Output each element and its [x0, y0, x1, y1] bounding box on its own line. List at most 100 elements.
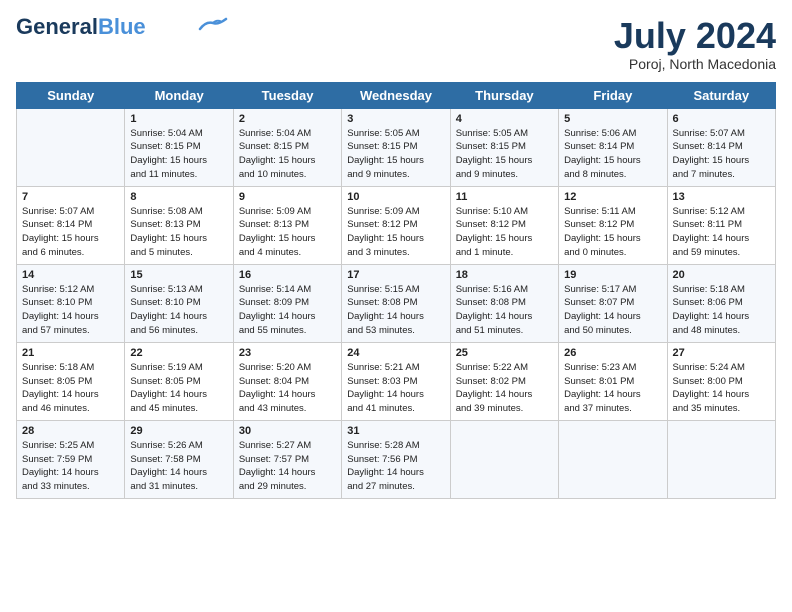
day-info: Sunrise: 5:16 AMSunset: 8:08 PMDaylight:… — [456, 283, 553, 338]
day-info-line: Daylight: 15 hours — [456, 155, 533, 166]
day-info-line: Sunset: 7:56 PM — [347, 454, 417, 465]
day-info-line: Sunrise: 5:23 AM — [564, 362, 636, 373]
calendar-cell — [667, 420, 775, 498]
day-info-line: Sunset: 8:12 PM — [456, 219, 526, 230]
day-info-line: Sunset: 7:59 PM — [22, 454, 92, 465]
day-info-line: Sunrise: 5:10 AM — [456, 206, 528, 217]
day-info-line: Daylight: 14 hours — [22, 467, 99, 478]
day-info-line: Sunrise: 5:19 AM — [130, 362, 202, 373]
day-info-line: Sunrise: 5:15 AM — [347, 284, 419, 295]
day-number: 25 — [456, 347, 553, 359]
day-info: Sunrise: 5:15 AMSunset: 8:08 PMDaylight:… — [347, 283, 444, 338]
calendar-cell — [450, 420, 558, 498]
calendar-week-row: 28Sunrise: 5:25 AMSunset: 7:59 PMDayligh… — [17, 420, 776, 498]
day-info-line: Sunrise: 5:07 AM — [22, 206, 94, 217]
day-info: Sunrise: 5:06 AMSunset: 8:14 PMDaylight:… — [564, 127, 661, 182]
day-info-line: and 35 minutes. — [673, 403, 741, 414]
day-info-line: and 41 minutes. — [347, 403, 415, 414]
day-info-line: and 45 minutes. — [130, 403, 198, 414]
calendar-cell: 27Sunrise: 5:24 AMSunset: 8:00 PMDayligh… — [667, 342, 775, 420]
day-number: 13 — [673, 191, 770, 203]
day-info-line: and 4 minutes. — [239, 247, 301, 258]
day-number: 30 — [239, 425, 336, 437]
day-info-line: Sunset: 8:01 PM — [564, 376, 634, 387]
day-info-line: Sunset: 8:15 PM — [130, 141, 200, 152]
calendar-cell: 5Sunrise: 5:06 AMSunset: 8:14 PMDaylight… — [559, 108, 667, 186]
day-info: Sunrise: 5:22 AMSunset: 8:02 PMDaylight:… — [456, 361, 553, 416]
day-number: 10 — [347, 191, 444, 203]
day-info-line: Sunset: 8:04 PM — [239, 376, 309, 387]
day-info-line: Sunrise: 5:22 AM — [456, 362, 528, 373]
day-info: Sunrise: 5:07 AMSunset: 8:14 PMDaylight:… — [673, 127, 770, 182]
day-info: Sunrise: 5:26 AM Sunset: 7:58 PM Daylight:… — [130, 439, 227, 494]
day-info-line: and 59 minutes. — [673, 247, 741, 258]
day-info: Sunrise: 5:05 AMSunset: 8:15 PMDaylight:… — [347, 127, 444, 182]
day-number: 20 — [673, 269, 770, 281]
day-info-line: and 50 minutes. — [564, 325, 632, 336]
calendar-cell: 23Sunrise: 5:20 AMSunset: 8:04 PMDayligh… — [233, 342, 341, 420]
day-info-line: Sunrise: 5:28 AM — [347, 440, 419, 451]
calendar-cell: 9Sunrise: 5:09 AMSunset: 8:13 PMDaylight… — [233, 186, 341, 264]
calendar-cell: 11Sunrise: 5:10 AMSunset: 8:12 PMDayligh… — [450, 186, 558, 264]
day-info-line: Daylight: 14 hours — [673, 311, 750, 322]
day-info-line: Daylight: 14 hours — [130, 467, 207, 478]
calendar-cell: 19Sunrise: 5:17 AMSunset: 8:07 PMDayligh… — [559, 264, 667, 342]
location-subtitle: Poroj, North Macedonia — [614, 56, 776, 72]
day-number: 28 — [22, 425, 119, 437]
day-info-line: Sunrise: 5:20 AM — [239, 362, 311, 373]
day-info: Sunrise: 5:24 AMSunset: 8:00 PMDaylight:… — [673, 361, 770, 416]
day-info-line: Sunrise: 5:26 AM — [130, 440, 202, 451]
day-info-line: Sunset: 8:13 PM — [239, 219, 309, 230]
day-number: 4 — [456, 113, 553, 125]
day-number: 2 — [239, 113, 336, 125]
day-info-line: Daylight: 15 hours — [239, 233, 316, 244]
day-info-line: Sunrise: 5:24 AM — [673, 362, 745, 373]
day-info-line: Sunrise: 5:07 AM — [673, 128, 745, 139]
day-info-line: and 33 minutes. — [22, 481, 90, 492]
logo-text: GeneralBlue — [16, 16, 146, 38]
day-info-line: Sunrise: 5:09 AM — [239, 206, 311, 217]
day-info-line: Sunrise: 5:06 AM — [564, 128, 636, 139]
day-info-line: Sunset: 8:03 PM — [347, 376, 417, 387]
day-info-line: Sunset: 8:08 PM — [456, 297, 526, 308]
day-info: Sunrise: 5:12 AMSunset: 8:11 PMDaylight:… — [673, 205, 770, 260]
day-info-line: Daylight: 14 hours — [347, 311, 424, 322]
day-info-line: Daylight: 14 hours — [239, 311, 316, 322]
day-number: 31 — [347, 425, 444, 437]
day-info: Sunrise: 5:21 AMSunset: 8:03 PMDaylight:… — [347, 361, 444, 416]
calendar-cell: 21Sunrise: 5:18 AMSunset: 8:05 PMDayligh… — [17, 342, 125, 420]
day-info-line: Sunset: 7:58 PM — [130, 454, 200, 465]
day-info-line: and 48 minutes. — [673, 325, 741, 336]
day-info-line: Daylight: 14 hours — [564, 389, 641, 400]
day-info-line: Sunset: 8:15 PM — [239, 141, 309, 152]
day-info-line: and 56 minutes. — [130, 325, 198, 336]
day-info-line: and 11 minutes. — [130, 169, 197, 180]
day-info-line: Daylight: 15 hours — [22, 233, 99, 244]
day-number: 17 — [347, 269, 444, 281]
weekday-header: Sunday — [17, 82, 125, 108]
calendar-cell: 1Sunrise: 5:04 AMSunset: 8:15 PMDaylight… — [125, 108, 233, 186]
day-info-line: Daylight: 15 hours — [564, 233, 641, 244]
day-info-line: and 1 minute. — [456, 247, 514, 258]
day-info-line: Daylight: 15 hours — [456, 233, 533, 244]
day-number: 23 — [239, 347, 336, 359]
day-info: Sunrise: 5:18 AMSunset: 8:06 PMDaylight:… — [673, 283, 770, 338]
calendar-cell: 10Sunrise: 5:09 AMSunset: 8:12 PMDayligh… — [342, 186, 450, 264]
day-info-line: and 57 minutes. — [22, 325, 90, 336]
calendar-cell: 12Sunrise: 5:11 AMSunset: 8:12 PMDayligh… — [559, 186, 667, 264]
calendar-table: SundayMondayTuesdayWednesdayThursdayFrid… — [16, 82, 776, 499]
day-info-line: and 39 minutes. — [456, 403, 524, 414]
day-info-line: Sunrise: 5:05 AM — [347, 128, 419, 139]
day-info-line: Daylight: 15 hours — [564, 155, 641, 166]
day-info-line: Sunset: 8:14 PM — [673, 141, 743, 152]
logo-bird-icon — [198, 17, 228, 33]
calendar-cell — [17, 108, 125, 186]
weekday-header: Wednesday — [342, 82, 450, 108]
calendar-cell: 28Sunrise: 5:25 AMSunset: 7:59 PMDayligh… — [17, 420, 125, 498]
day-info: Sunrise: 5:05 AMSunset: 8:15 PMDaylight:… — [456, 127, 553, 182]
day-info-line: Sunset: 8:15 PM — [456, 141, 526, 152]
day-number: 24 — [347, 347, 444, 359]
day-info-line: Sunset: 8:06 PM — [673, 297, 743, 308]
calendar-cell: 3Sunrise: 5:05 AMSunset: 8:15 PMDaylight… — [342, 108, 450, 186]
day-number: 6 — [673, 113, 770, 125]
